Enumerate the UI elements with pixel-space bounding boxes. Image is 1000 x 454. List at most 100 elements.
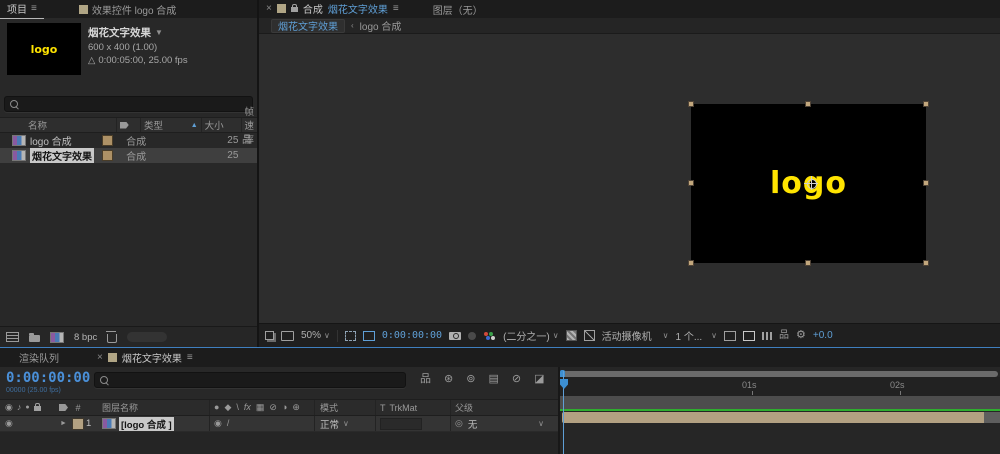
collapse-icon[interactable]: ◆ [224, 403, 231, 412]
flowchart-icon[interactable]: 品 [242, 135, 252, 146]
new-composition-icon[interactable] [50, 331, 64, 343]
draft-3d-icon[interactable]: ⊛ [444, 374, 453, 385]
column-name[interactable]: 名称 [0, 118, 116, 132]
breadcrumb-current[interactable]: 烟花文字效果 [271, 18, 345, 33]
current-timecode[interactable]: 0:00:00:00 [6, 370, 94, 386]
quality-toggle-icon[interactable]: / [227, 419, 230, 428]
color-depth-button[interactable]: 8 bpc [74, 332, 97, 343]
selection-handle[interactable] [805, 101, 811, 107]
time-ruler[interactable]: 01s 02s [560, 377, 1000, 397]
timeline-search-input[interactable] [94, 372, 406, 388]
selection-handle[interactable] [923, 101, 929, 107]
label-column-icon[interactable] [59, 404, 68, 411]
transparency-grid-icon[interactable] [565, 330, 577, 341]
panel-menu-icon[interactable]: ≡ [187, 352, 193, 363]
show-snapshot-icon[interactable] [468, 331, 477, 340]
expand-layer-icon[interactable]: ► [60, 420, 67, 427]
t-toggle-label[interactable]: T [380, 403, 386, 413]
goal-area-icon[interactable] [724, 330, 737, 341]
layer-label-color[interactable] [72, 417, 84, 430]
lock-icon[interactable] [290, 4, 298, 12]
comp-info-dropdown-icon[interactable]: ▼ [155, 28, 163, 37]
three-d-icon[interactable]: ⊕ [292, 403, 300, 412]
column-type[interactable]: 类型 ▲ [140, 118, 201, 132]
column-label[interactable] [115, 118, 140, 132]
resolution-dropdown[interactable]: (二分之一) ∨ [503, 328, 559, 343]
column-framerate[interactable]: 帧速率 [240, 107, 258, 146]
hide-shy-layers-icon[interactable]: ⊚ [466, 374, 475, 385]
blend-mode-dropdown[interactable]: 正常 ∨ [314, 416, 375, 431]
tab-timeline-comp[interactable]: × 烟花文字效果 ≡ [90, 348, 200, 368]
always-preview-icon[interactable] [265, 331, 274, 340]
close-tab-icon[interactable]: × [266, 3, 272, 14]
panel-menu-icon[interactable]: ≡ [393, 3, 399, 14]
composition-viewport[interactable]: logo [259, 34, 1000, 323]
selection-handle[interactable] [688, 260, 694, 266]
tab-composition[interactable]: × 合成 烟花文字效果 ≡ [259, 0, 406, 19]
fx-icon[interactable]: fx [244, 403, 251, 412]
region-of-interest-icon[interactable] [362, 330, 375, 341]
graph-editor-icon[interactable]: ◪ [534, 374, 544, 385]
layer-visibility-eye-icon[interactable]: ◉ [5, 419, 13, 428]
composition-mini-flowchart-icon[interactable]: 品 [420, 374, 431, 385]
interpret-footage-icon[interactable] [6, 332, 19, 342]
pixel-aspect-correction-icon[interactable] [743, 330, 756, 341]
project-item-logo-comp[interactable]: logo 合成 合成 25 品 [0, 133, 257, 148]
column-parent[interactable]: 父级 [450, 400, 558, 415]
column-trkmat[interactable]: T TrkMat [375, 400, 450, 415]
panel-menu-icon[interactable]: ≡ [31, 3, 37, 14]
selection-handle[interactable] [805, 260, 811, 266]
layer-row-1[interactable]: ◉ ► 1 [logo 合成 ] ◉ / 正常 ∨ ◎ 无 ∨ [0, 416, 558, 432]
tab-project[interactable]: 项目 ≡ [0, 0, 44, 19]
mask-visibility-icon[interactable] [583, 330, 595, 341]
label-color-chip[interactable] [102, 135, 114, 146]
label-color-chip[interactable] [102, 150, 114, 161]
mini-flowchart-icon[interactable]: 品 [779, 330, 789, 341]
frame-blend-icon[interactable]: ▦ [256, 403, 265, 412]
column-size[interactable]: 大小 [200, 118, 241, 132]
selection-handle[interactable] [923, 180, 929, 186]
new-folder-icon[interactable] [29, 332, 40, 342]
index-column-label[interactable]: # [75, 403, 80, 413]
channel-rgb-icon[interactable] [483, 331, 496, 341]
view-layout-dropdown[interactable]: 1 个... ∨ [675, 328, 717, 343]
project-item-fireworks-comp[interactable]: 烟花文字效果 合成 25 [0, 148, 257, 163]
project-search-input[interactable] [4, 96, 253, 112]
trkmat-cell[interactable] [380, 417, 422, 430]
motion-blur-switch-icon[interactable]: ⊘ [269, 403, 277, 412]
timeline-graph-area[interactable]: 01s 02s [560, 367, 1000, 454]
parent-dropdown-value[interactable]: 无 [468, 417, 533, 431]
eye-column-icon[interactable]: ◉ [5, 403, 13, 412]
fast-previews-icon[interactable] [762, 331, 773, 340]
snapshot-camera-icon[interactable] [449, 331, 462, 340]
selection-handle[interactable] [688, 180, 694, 186]
trash-icon[interactable] [106, 330, 118, 343]
gear-icon[interactable]: ⚙ [796, 330, 806, 341]
magnification-dropdown[interactable]: 50% ∨ [301, 330, 330, 341]
composition-frame[interactable]: logo [688, 101, 929, 266]
preview-monitor-icon[interactable] [281, 330, 294, 341]
work-area-bar[interactable] [560, 396, 1000, 409]
selection-handle[interactable] [923, 260, 929, 266]
preview-timecode[interactable]: 0:00:00:00 [382, 330, 442, 341]
layer-name[interactable]: [logo 合成 ] [119, 416, 174, 431]
shy-toggle-icon[interactable]: ◉ [214, 419, 222, 428]
lock-column-icon[interactable] [33, 403, 41, 411]
pickwhip-icon[interactable]: ◎ [455, 419, 463, 428]
adjustment-layer-icon[interactable]: ◑ [282, 403, 287, 412]
tab-render-queue[interactable]: 渲染队列 [12, 348, 66, 367]
tab-effect-controls[interactable]: 效果控件 logo 合成 [72, 0, 183, 18]
grid-guides-icon[interactable] [344, 330, 356, 341]
anchor-point-icon[interactable] [804, 176, 818, 190]
shy-icon[interactable]: ● [214, 403, 219, 412]
active-camera-dropdown[interactable]: 活动摄像机 ∨ [602, 328, 669, 343]
tab-layer-none[interactable]: 图层（无） [426, 0, 490, 18]
layer-duration-bar[interactable] [562, 412, 1000, 423]
frame-blending-icon[interactable]: ▤ [488, 374, 498, 385]
quality-icon[interactable]: \ [236, 403, 239, 412]
solo-column-icon[interactable]: ● [25, 404, 29, 411]
close-tab-icon[interactable]: × [97, 352, 103, 363]
selection-handle[interactable] [688, 101, 694, 107]
column-mode[interactable]: 模式 [314, 400, 375, 415]
motion-blur-icon[interactable]: ⊘ [512, 374, 521, 385]
